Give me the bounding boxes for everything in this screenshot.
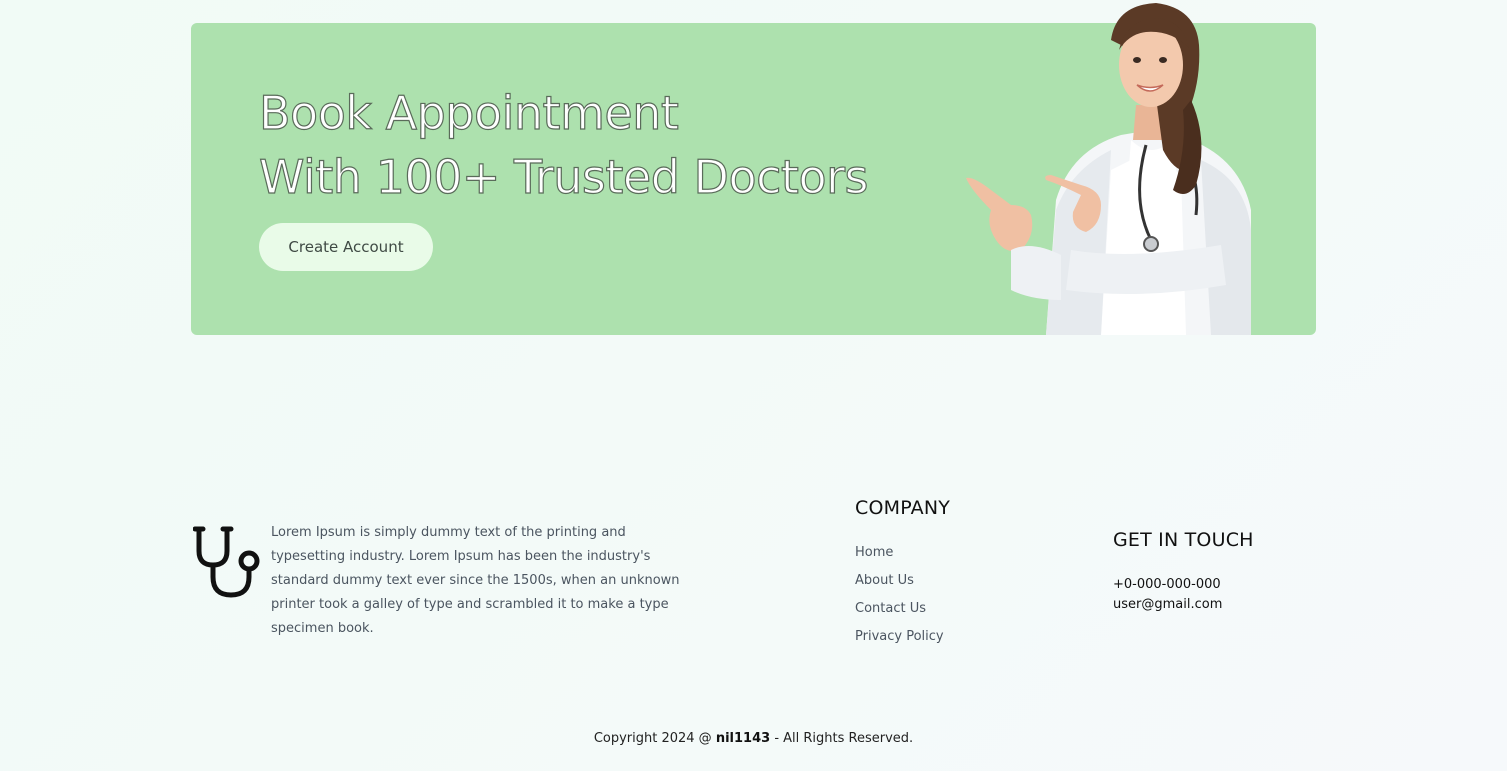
contact-info: +0-000-000-000 user@gmail.com [1113,575,1222,615]
appointment-banner: Book Appointment With 100+ Trusted Docto… [191,3,1316,335]
doctor-image [966,3,1251,335]
stethoscope-icon [193,526,260,598]
create-account-button[interactable]: Create Account [259,223,433,271]
footer-link-privacy-policy[interactable]: Privacy Policy [855,626,944,654]
copyright-prefix: Copyright 2024 @ [593,731,716,746]
footer-link-contact-us[interactable]: Contact Us [855,598,944,626]
company-heading: COMPANY [855,497,951,519]
copyright-brand: nil1143 [715,731,771,746]
footer-link-about-us[interactable]: About Us [855,570,944,598]
get-in-touch-heading: GET IN TOUCH [1113,529,1254,551]
contact-phone: +0-000-000-000 [1113,577,1221,592]
company-links: Home About Us Contact Us Privacy Policy [855,542,944,654]
banner-heading: Book Appointment With 100+ Trusted Docto… [258,81,869,209]
copyright-suffix: - All Rights Reserved. [770,731,914,746]
copyright-text: Copyright 2024 @ nil1143 - All Rights Re… [0,731,1507,746]
contact-email: user@gmail.com [1113,597,1223,612]
banner-heading-line-1: Book Appointment [258,85,679,140]
banner-heading-line-2: With 100+ Trusted Doctors [258,149,869,204]
footer-link-home[interactable]: Home [855,542,944,570]
footer-description: Lorem Ipsum is simply dummy text of the … [271,525,680,636]
